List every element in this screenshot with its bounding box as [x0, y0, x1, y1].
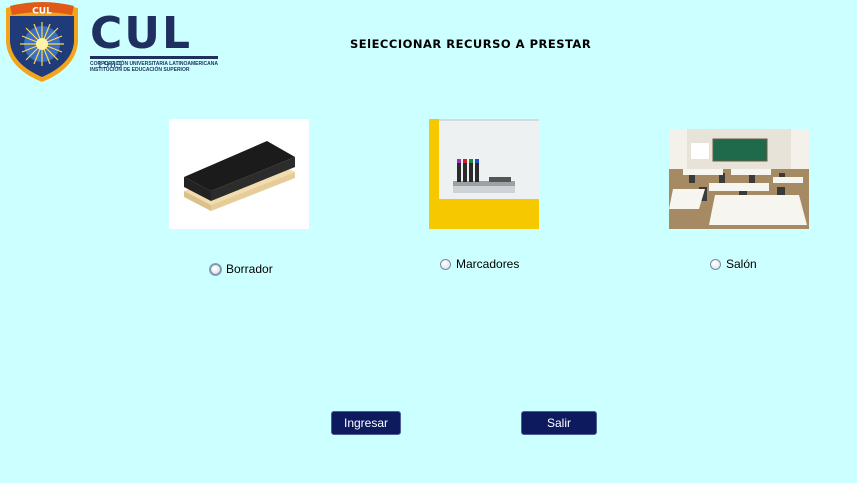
markers-image — [429, 119, 539, 229]
shield-emblem-icon: CUL — [6, 2, 78, 82]
markers-picture — [429, 119, 539, 229]
radio-button-salon[interactable] — [710, 258, 721, 270]
logo-year: 1965 — [97, 59, 123, 71]
page-title: SElECCIONAR RECURSO A PRESTAR — [350, 37, 592, 51]
salir-button[interactable]: Salir — [521, 411, 597, 435]
radio-button-borrador[interactable] — [210, 263, 221, 275]
university-logo: CUL CUL CORPORACIÓN UNIVERSITARIA LATINO… — [0, 0, 230, 90]
classroom-image — [669, 129, 809, 229]
eraser-image — [169, 119, 309, 229]
logo-name: CUL — [90, 8, 193, 59]
radio-label-marcadores: Marcadores — [456, 257, 520, 271]
shield-badge-text: CUL — [32, 7, 52, 17]
classroom-picture — [669, 129, 809, 229]
ingresar-button[interactable]: Ingresar — [331, 411, 401, 435]
radio-option-marcadores[interactable]: Marcadores — [440, 257, 519, 271]
radio-option-borrador[interactable]: Borrador — [210, 262, 273, 276]
radio-button-marcadores[interactable] — [440, 258, 451, 270]
radio-option-salon[interactable]: Salón — [710, 257, 757, 271]
eraser-picture — [169, 119, 309, 229]
radio-label-salon: Salón — [726, 257, 757, 271]
radio-label-borrador: Borrador — [226, 262, 273, 276]
